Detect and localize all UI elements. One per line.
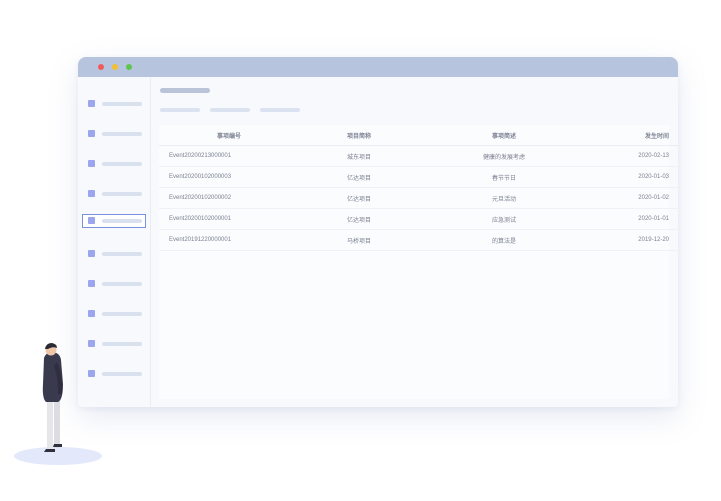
ground-shadow [14, 447, 102, 465]
browser-window: 事项编号 项目简称 事项简述 发生时间 Event20200213000001 … [78, 57, 678, 407]
person-illustration [14, 343, 102, 465]
table-row[interactable]: Event20200102000001 亿达项目 应急测试 2020-01-01 [159, 208, 678, 230]
sidebar-item-label-placeholder [102, 192, 142, 196]
menu-icon [88, 190, 95, 197]
person-leg [47, 400, 53, 450]
sidebar-item-3[interactable] [82, 157, 146, 171]
maximize-window-button[interactable] [126, 64, 132, 70]
sidebar-item-8[interactable] [82, 307, 146, 321]
table-row[interactable]: Event20200102000003 亿达项目 春节节日 2020-01-03 [159, 166, 678, 188]
sidebar-item-label-placeholder [102, 102, 142, 106]
cell-event-id: Event20200102000003 [159, 166, 299, 188]
column-header-project[interactable]: 项目简称 [299, 125, 419, 146]
sidebar-item-label-placeholder [102, 312, 142, 316]
person-shoe [53, 444, 62, 447]
sidebar-item-label-placeholder [102, 282, 142, 286]
cell-event-id: Event20200213000001 [159, 145, 299, 167]
cell-event-id: Event20200102000001 [159, 208, 299, 230]
column-header-description[interactable]: 事项简述 [419, 125, 589, 146]
cell-event-id: Event20200102000002 [159, 187, 299, 209]
cell-description: 春节节日 [419, 166, 589, 188]
sidebar-item-2[interactable] [82, 127, 146, 141]
sidebar-item-5-active[interactable] [82, 214, 146, 228]
person-leg [54, 400, 60, 448]
column-header-event-id[interactable]: 事项编号 [159, 125, 299, 146]
menu-icon [88, 280, 95, 287]
sidebar-item-label-placeholder [102, 162, 142, 166]
cell-description: 健康的发展考虑 [419, 145, 589, 167]
cell-project: 马桥项目 [299, 229, 419, 251]
sidebar-item-label-placeholder [102, 219, 142, 223]
menu-icon [88, 310, 95, 317]
cell-date: 2020-01-01 [589, 208, 678, 230]
cell-date: 2019-12-20 [589, 229, 678, 251]
cell-description: 元旦活动 [419, 187, 589, 209]
filter-tab-2[interactable] [210, 108, 250, 112]
sidebar-item-7[interactable] [82, 277, 146, 291]
minimize-window-button[interactable] [112, 64, 118, 70]
menu-icon [88, 217, 95, 224]
sidebar-item-1[interactable] [82, 97, 146, 111]
menu-icon [88, 160, 95, 167]
cell-project: 城东项目 [299, 145, 419, 167]
sidebar-item-label-placeholder [102, 132, 142, 136]
title-bar [78, 57, 678, 77]
cell-project: 亿达项目 [299, 166, 419, 188]
menu-icon [88, 100, 95, 107]
filter-tab-3[interactable] [260, 108, 300, 112]
menu-icon [88, 250, 95, 257]
sidebar-item-4[interactable] [82, 187, 146, 201]
event-table-panel: 事项编号 项目简称 事项简述 发生时间 Event20200213000001 … [159, 125, 678, 399]
cell-date: 2020-01-03 [589, 166, 678, 188]
stage: 事项编号 项目简称 事项简述 发生时间 Event20200213000001 … [0, 0, 721, 501]
cell-description: 的算法是 [419, 229, 589, 251]
filter-tab-1[interactable] [160, 108, 200, 112]
sidebar-item-6[interactable] [82, 247, 146, 261]
menu-icon [88, 130, 95, 137]
sidebar-item-label-placeholder [102, 252, 142, 256]
table-row[interactable]: Event20200102000002 亿达项目 元旦活动 2020-01-02 [159, 187, 678, 209]
close-window-button[interactable] [98, 64, 104, 70]
column-header-date[interactable]: 发生时间 [589, 125, 678, 146]
table-header-row: 事项编号 项目简称 事项简述 发生时间 [159, 125, 678, 146]
main-content: 事项编号 项目简称 事项简述 发生时间 Event20200213000001 … [151, 77, 678, 407]
cell-project: 亿达项目 [299, 187, 419, 209]
cell-event-id: Event20191220000001 [159, 229, 299, 251]
table-row[interactable]: Event20200213000001 城东项目 健康的发展考虑 2020-02… [159, 145, 678, 167]
cell-date: 2020-02-13 [589, 145, 678, 167]
page-title-placeholder [160, 88, 210, 93]
event-table: 事项编号 项目简称 事项简述 发生时间 Event20200213000001 … [159, 125, 678, 251]
cell-date: 2020-01-02 [589, 187, 678, 209]
cell-project: 亿达项目 [299, 208, 419, 230]
cell-description: 应急测试 [419, 208, 589, 230]
table-row[interactable]: Event20191220000001 马桥项目 的算法是 2019-12-20 [159, 229, 678, 251]
